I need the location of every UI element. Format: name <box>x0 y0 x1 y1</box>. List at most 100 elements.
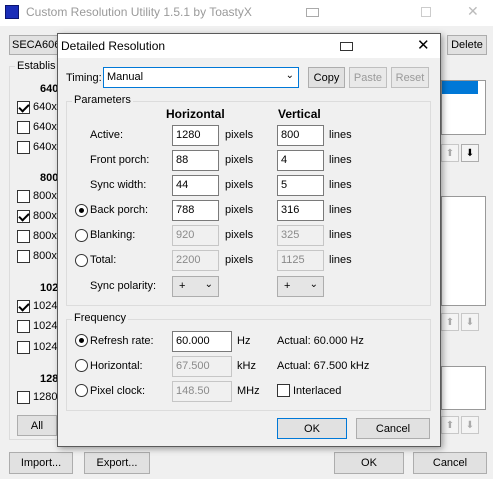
checkbox-800-1[interactable] <box>17 190 30 203</box>
move-up-icon-3: ⬆ <box>441 416 459 434</box>
main-cancel-button[interactable]: Cancel <box>413 452 487 474</box>
blanking-h-input[interactable]: 920 <box>172 225 219 246</box>
paste-button[interactable]: Paste <box>349 67 387 88</box>
front-porch-label: Front porch: <box>90 154 150 166</box>
frequency-label: Frequency <box>72 312 128 324</box>
total-radio[interactable] <box>75 254 88 267</box>
back-porch-v-unit: lines <box>329 204 352 216</box>
checkbox-640-3[interactable] <box>17 141 30 154</box>
pixel-clock-input[interactable]: 148.50 <box>172 381 232 402</box>
back-porch-h-unit: pixels <box>225 204 254 216</box>
move-up-icon: ⬆ <box>441 144 459 162</box>
active-h-unit: pixels <box>225 129 254 141</box>
parameters-label: Parameters <box>72 94 133 106</box>
horizontal-freq-input[interactable]: 67.500 <box>172 356 232 377</box>
checkbox-800-2[interactable] <box>17 210 30 223</box>
back-porch-radio[interactable] <box>75 204 88 217</box>
chevron-down-icon: ⌄ <box>309 279 318 290</box>
screen-icon <box>340 42 353 51</box>
checkbox-1024-3[interactable] <box>17 341 30 354</box>
checkbox-1024-1[interactable] <box>17 300 30 313</box>
res-1024-1: 1024 <box>33 300 58 312</box>
maximize-icon[interactable] <box>421 7 431 17</box>
sync-width-v-unit: lines <box>329 179 352 191</box>
extension-list[interactable] <box>441 366 486 410</box>
h-polarity-select[interactable]: + ⌄ <box>172 276 219 297</box>
chevron-down-icon: ⌄ <box>285 70 294 81</box>
front-porch-h-unit: pixels <box>225 154 254 166</box>
export-button[interactable]: Export... <box>84 452 150 474</box>
horizontal-freq-unit: kHz <box>237 360 256 372</box>
dialog-ok-button[interactable]: OK <box>277 418 347 439</box>
res-1024-2: 1024 <box>33 320 58 332</box>
dialog-close-icon[interactable]: ✕ <box>417 36 430 54</box>
total-v-input[interactable]: 1125 <box>277 250 324 271</box>
selected-row[interactable] <box>442 81 478 94</box>
import-button[interactable]: Import... <box>9 452 73 474</box>
total-label: Total: <box>90 254 117 266</box>
all-button[interactable]: All <box>17 415 57 436</box>
main-window-titlebar: Custom Resolution Utility 1.5.1 by Toast… <box>0 0 493 26</box>
sync-width-label: Sync width: <box>90 179 147 191</box>
horizontal-freq-radio[interactable] <box>75 359 88 372</box>
v-polarity-select[interactable]: + ⌄ <box>277 276 324 297</box>
sync-width-h-input[interactable]: 44 <box>172 175 219 196</box>
standard-list[interactable] <box>441 196 486 306</box>
total-h-input[interactable]: 2200 <box>172 250 219 271</box>
checkbox-1280-1[interactable] <box>17 391 30 404</box>
interlaced-label: Interlaced <box>293 385 342 397</box>
interlaced-checkbox[interactable] <box>277 384 290 397</box>
reset-button[interactable]: Reset <box>391 67 429 88</box>
main-window-title: Custom Resolution Utility 1.5.1 by Toast… <box>26 5 252 19</box>
dialog-cancel-button[interactable]: Cancel <box>356 418 430 439</box>
timing-label: Timing: <box>66 72 102 84</box>
refresh-rate-input[interactable]: 60.000 <box>172 331 232 352</box>
pixel-clock-label: Pixel clock: <box>90 385 146 397</box>
refresh-rate-label: Refresh rate: <box>90 335 154 347</box>
front-porch-h-input[interactable]: 88 <box>172 150 219 171</box>
timing-select[interactable]: Manual ⌄ <box>103 67 299 88</box>
h-polarity-value: + <box>179 280 186 292</box>
res-640-2: 640x <box>33 121 57 133</box>
dialog-title: Detailed Resolution <box>61 39 166 53</box>
app-icon <box>5 5 19 19</box>
front-porch-v-unit: lines <box>329 154 352 166</box>
monitor-select[interactable]: SECA606 <box>9 35 61 55</box>
active-v-input[interactable]: 800 <box>277 125 324 146</box>
back-porch-h-input[interactable]: 788 <box>172 200 219 221</box>
main-ok-button[interactable]: OK <box>334 452 404 474</box>
vertical-header: Vertical <box>278 107 321 121</box>
pixel-clock-unit: MHz <box>237 385 260 397</box>
dialog-titlebar: Detailed Resolution ✕ <box>58 34 440 58</box>
refresh-rate-actual: Actual: 60.000 Hz <box>277 335 364 347</box>
active-h-input[interactable]: 1280 <box>172 125 219 146</box>
checkbox-1024-2[interactable] <box>17 320 30 333</box>
res-800-2: 800x <box>33 210 57 222</box>
pixel-clock-radio[interactable] <box>75 384 88 397</box>
blanking-radio[interactable] <box>75 229 88 242</box>
copy-button[interactable]: Copy <box>308 67 345 88</box>
delete-button[interactable]: Delete <box>447 35 487 55</box>
sync-width-h-unit: pixels <box>225 179 254 191</box>
refresh-rate-radio[interactable] <box>75 334 88 347</box>
established-label: Establis <box>15 60 58 72</box>
close-icon[interactable]: ✕ <box>467 3 479 20</box>
sync-width-v-input[interactable]: 5 <box>277 175 324 196</box>
checkbox-640-1[interactable] <box>17 101 30 114</box>
blanking-label: Blanking: <box>90 229 136 241</box>
checkbox-800-4[interactable] <box>17 250 30 263</box>
res-800-4: 800x <box>33 250 57 262</box>
move-down-icon[interactable]: ⬇ <box>461 144 479 162</box>
blanking-v-input[interactable]: 325 <box>277 225 324 246</box>
horizontal-freq-label: Horizontal: <box>90 360 143 372</box>
checkbox-640-2[interactable] <box>17 121 30 134</box>
group-1280-label: 128 <box>40 373 59 385</box>
screen-icon <box>306 8 319 17</box>
res-640-1: 640x <box>33 101 57 113</box>
checkbox-800-3[interactable] <box>17 230 30 243</box>
front-porch-v-input[interactable]: 4 <box>277 150 324 171</box>
group-1024-label: 102 <box>40 282 59 294</box>
active-label: Active: <box>90 129 124 141</box>
back-porch-v-input[interactable]: 316 <box>277 200 324 221</box>
detailed-resolution-dialog: Detailed Resolution ✕ Timing: Manual ⌄ C… <box>57 33 441 447</box>
